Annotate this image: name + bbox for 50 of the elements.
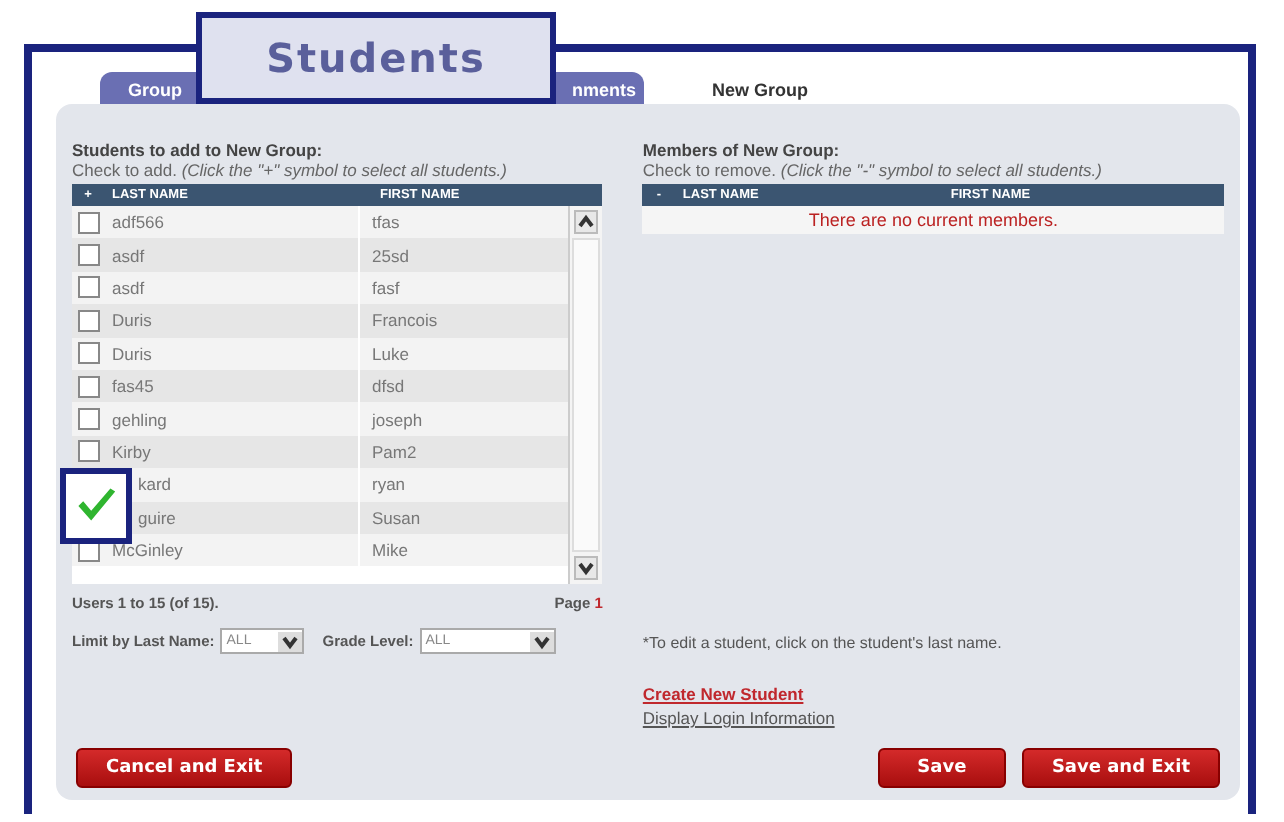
- checkbox[interactable]: [77, 375, 99, 398]
- first-name-text: 25sd: [372, 245, 409, 266]
- checkbox[interactable]: [77, 408, 99, 431]
- checkbox[interactable]: [77, 211, 99, 234]
- note-text: *To edit a student, click on the student's last name.: [642, 634, 1004, 652]
- first-name-text: Luke: [372, 343, 409, 364]
- last-name-link[interactable]: kard: [138, 474, 172, 495]
- last-name-link[interactable]: Duris: [112, 343, 152, 364]
- scrollbar[interactable]: [568, 206, 603, 585]
- instruction-text: Check to add. (Click the "+" symbol to select all students.): [72, 160, 509, 180]
- checkbox[interactable]: [77, 244, 99, 267]
- link[interactable]: Create New Student: [642, 684, 804, 704]
- first-name-text: Susan: [372, 507, 421, 528]
- cancel-button[interactable]: Cancel and Exit: [76, 748, 293, 788]
- save-button[interactable]: Save: [877, 748, 1006, 788]
- first-name-text: dfsd: [372, 376, 405, 397]
- checkbox[interactable]: [77, 309, 99, 332]
- title-callout: Students: [196, 12, 556, 104]
- last-name-link[interactable]: Kirby: [112, 441, 151, 462]
- tab[interactable]: New Group: [660, 72, 840, 104]
- last-name-link[interactable]: asdf: [112, 245, 145, 266]
- first-name-text: joseph: [372, 409, 423, 430]
- last-name-link[interactable]: adf566: [112, 212, 164, 233]
- first-name-text: tfas: [372, 212, 400, 233]
- caret-icon: [278, 631, 303, 652]
- last-name-link[interactable]: guire: [138, 507, 176, 528]
- last-name-link[interactable]: asdf: [112, 277, 145, 298]
- last-name-link[interactable]: McGinley: [112, 540, 183, 561]
- first-name-text: Francois: [372, 310, 438, 331]
- checkbox[interactable]: [77, 440, 99, 463]
- checkbox[interactable]: [77, 276, 99, 299]
- link[interactable]: Display Login Information: [642, 708, 835, 728]
- last-name-link[interactable]: Duris: [112, 310, 152, 331]
- first-name-text: ryan: [372, 474, 406, 495]
- caret-icon: [529, 631, 554, 652]
- tab[interactable]: Group: [100, 72, 196, 104]
- first-name-text: Pam2: [372, 441, 417, 462]
- checkbox[interactable]: [77, 342, 99, 365]
- first-name-text: Mike: [372, 540, 408, 561]
- save-button[interactable]: Save and Exit: [1021, 748, 1220, 788]
- instruction-text: Check to remove. (Click the "-" symbol to select all students.): [642, 160, 1104, 180]
- scroll-up-icon[interactable]: [574, 210, 599, 234]
- tab[interactable]: nments: [556, 72, 644, 104]
- empty-message: There are no current members.: [808, 210, 1058, 230]
- scroll-down-icon[interactable]: [574, 556, 599, 581]
- last-name-link[interactable]: fas45: [112, 376, 154, 397]
- last-name-link[interactable]: gehling: [112, 409, 167, 430]
- section-heading: Students to add to New Group:: [72, 140, 325, 160]
- section-heading: Members of New Group:: [642, 140, 842, 160]
- first-name-text: fasf: [372, 277, 400, 298]
